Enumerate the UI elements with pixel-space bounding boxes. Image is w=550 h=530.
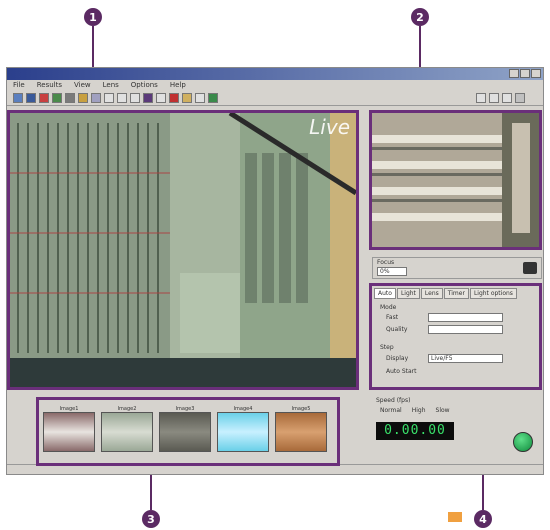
focus-label: Focus — [377, 259, 395, 266]
color-icon[interactable] — [143, 92, 153, 103]
thumbnail[interactable]: Image2 — [101, 406, 153, 457]
speed-label: Speed (fps) — [376, 397, 411, 404]
thumbnail[interactable]: Image5 — [275, 406, 327, 457]
auto-start-checkbox[interactable]: Auto Start — [386, 368, 417, 375]
step-label: Step — [380, 344, 394, 351]
menu-view[interactable]: View — [74, 80, 91, 90]
tab-light[interactable]: Light — [396, 288, 420, 299]
mode-fast-radio[interactable]: Fast — [386, 314, 398, 321]
fullscreen-icon[interactable] — [515, 92, 525, 103]
compare-icon[interactable] — [130, 92, 140, 103]
overview-image — [372, 113, 539, 247]
measure-icon[interactable] — [156, 92, 166, 103]
speed-slow-radio[interactable]: Slow — [436, 407, 450, 414]
callout-1: 1 — [84, 8, 102, 26]
marker-icon[interactable] — [169, 92, 179, 103]
settings-icon[interactable] — [195, 92, 205, 103]
speed-normal-radio[interactable]: Normal — [380, 407, 402, 414]
menu-bar: File Results View Lens Options Help — [7, 80, 543, 90]
menu-lens[interactable]: Lens — [103, 80, 119, 90]
display-select[interactable]: Live/F5 — [428, 354, 503, 363]
focus-value[interactable]: 0% — [377, 267, 407, 276]
capture-button[interactable] — [513, 432, 533, 452]
toolbar — [7, 90, 543, 106]
thumbnail-image — [275, 412, 327, 452]
stop-icon[interactable] — [39, 92, 49, 103]
menu-results[interactable]: Results — [37, 80, 62, 90]
thumbnail-image — [159, 412, 211, 452]
tab-timer[interactable]: Timer — [443, 288, 469, 299]
annotate-icon[interactable] — [182, 92, 192, 103]
thumbnail[interactable]: Image4 — [217, 406, 269, 457]
quality-field[interactable] — [428, 325, 503, 334]
thumbnail-image — [217, 412, 269, 452]
tab-lens[interactable]: Lens — [420, 288, 443, 299]
callout-4: 4 — [474, 510, 492, 528]
view-single-icon[interactable] — [476, 92, 486, 103]
callout-3: 3 — [142, 510, 160, 528]
print-icon[interactable] — [65, 92, 75, 103]
maximize-button[interactable] — [520, 69, 530, 78]
view-quad-icon[interactable] — [502, 92, 512, 103]
menu-options[interactable]: Options — [131, 80, 158, 90]
image-gallery: Image1 Image2 Image3 Image4 Image5 — [36, 397, 340, 466]
live-label: Live — [309, 115, 350, 139]
timer-display: 0.00.00 — [376, 422, 454, 440]
grid-icon[interactable] — [104, 92, 114, 103]
layout-icon[interactable] — [117, 92, 127, 103]
capture-icon[interactable] — [52, 92, 62, 103]
export-icon[interactable] — [208, 92, 218, 103]
open-icon[interactable] — [13, 92, 23, 103]
navigation-pane[interactable] — [369, 110, 542, 250]
thumbnail[interactable]: Image1 — [43, 406, 95, 457]
close-button[interactable] — [531, 69, 541, 78]
speed-high-radio[interactable]: High — [412, 407, 426, 414]
chip-image — [10, 113, 356, 387]
mode-quality-radio[interactable]: Quality — [386, 326, 407, 333]
focus-panel: Focus 0% — [372, 257, 542, 279]
live-image-pane[interactable]: Live — [7, 110, 359, 390]
title-bar — [7, 68, 543, 80]
tab-auto[interactable]: Auto — [374, 288, 396, 299]
minimize-button[interactable] — [509, 69, 519, 78]
fast-field[interactable] — [428, 313, 503, 322]
menu-file[interactable]: File — [13, 80, 25, 90]
camera-icon[interactable] — [523, 262, 537, 274]
thumbnail-image — [101, 412, 153, 452]
view-split-icon[interactable] — [489, 92, 499, 103]
display-label: Display — [386, 355, 409, 362]
tab-light-options[interactable]: Light options — [469, 288, 517, 299]
accent-marker — [448, 512, 462, 522]
mode-label: Mode — [380, 304, 397, 311]
zoom-out-icon[interactable] — [91, 92, 101, 103]
menu-help[interactable]: Help — [170, 80, 186, 90]
save-icon[interactable] — [26, 92, 36, 103]
zoom-in-icon[interactable] — [78, 92, 88, 103]
thumbnail-image — [43, 412, 95, 452]
callout-2: 2 — [411, 8, 429, 26]
control-panel: Auto Light Lens Timer Light options Mode… — [369, 283, 542, 390]
thumbnail[interactable]: Image3 — [159, 406, 211, 457]
